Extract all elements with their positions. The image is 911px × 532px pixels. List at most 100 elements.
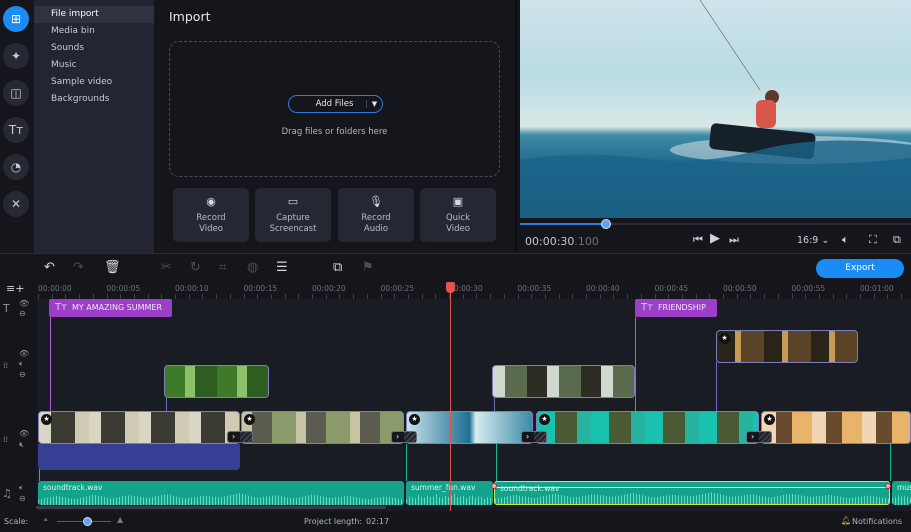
undo-icon[interactable]: ↶ (44, 260, 55, 275)
scrub-handle[interactable] (601, 219, 612, 229)
scale-label: Scale: (4, 517, 29, 526)
submenu-sample-video[interactable]: Sample video (34, 74, 154, 91)
fade-handle[interactable] (885, 483, 891, 489)
link-icon[interactable]: ⊖ (19, 494, 26, 503)
submenu-media-bin[interactable]: Media bin (34, 23, 154, 40)
link-icon[interactable]: ⊖ (19, 370, 26, 379)
playhead-handle[interactable] (446, 282, 455, 293)
submenu-file-import[interactable]: File import (34, 6, 154, 23)
video-clip-iguana[interactable]: ★ (38, 411, 240, 444)
waveform (38, 493, 404, 505)
redo-icon[interactable]: ↷ (73, 260, 84, 275)
waveform (892, 493, 911, 505)
clip-properties-icon[interactable]: ☰ (276, 260, 288, 275)
capture-screencast-button[interactable]: ▭ Capture Screencast (255, 188, 331, 242)
timeline-toolbar: ↶ ↷ 🗑︎ ✂ ↻ ⌗ ◍ ☰ ⧉ ⚑ (0, 253, 911, 281)
ruler-label: 00:00:25 (380, 284, 415, 293)
submenu-sounds[interactable]: Sounds (34, 40, 154, 57)
delete-icon[interactable]: 🗑︎ (104, 260, 121, 275)
pop-out-icon[interactable]: ⧉ (893, 233, 901, 247)
link-icon[interactable]: ⊖ (19, 309, 26, 318)
notifications-link[interactable]: Notifications (852, 517, 902, 526)
quick-video-button[interactable]: ▣ Quick Video (420, 188, 496, 242)
overlay-clip-forest[interactable] (164, 365, 269, 398)
drag-hint: Drag files or folders here (281, 127, 388, 137)
transition-wizard-icon[interactable]: ⧉ (333, 260, 342, 275)
submenu-backgrounds[interactable]: Backgrounds (34, 91, 154, 108)
transition-marker[interactable]: › (227, 431, 253, 443)
skip-forward-icon[interactable]: ⏭ (729, 233, 739, 247)
add-files-button[interactable]: Add Files ▼ (288, 95, 383, 113)
star-icon: ★ (244, 414, 255, 425)
fade-handle[interactable] (491, 483, 497, 489)
overlay-connector (166, 398, 167, 411)
webcam-icon: ◉ (206, 195, 216, 208)
volume-line[interactable] (495, 487, 889, 488)
video-clip-elephants[interactable]: ★ (241, 411, 404, 444)
audio-clip-selected[interactable]: soundtrack.wav (494, 481, 890, 505)
audio-clip[interactable]: mus (892, 481, 911, 505)
star-icon: ★ (719, 333, 730, 344)
color-adjust-icon[interactable]: ◍ (247, 260, 258, 275)
drop-zone[interactable]: Add Files ▼ Drag files or folders here (169, 41, 500, 177)
export-button[interactable]: Export (816, 259, 904, 278)
eye-icon[interactable]: 👁︎ (19, 429, 29, 438)
transition-marker[interactable]: › (521, 431, 547, 443)
fullscreen-icon[interactable]: ⛶ (869, 233, 877, 247)
text-titles-icon[interactable]: Tт (3, 117, 29, 143)
ruler-label: 00:00:00 (38, 284, 72, 293)
overlay-connector (716, 362, 717, 411)
monitor-icon: ▭ (287, 195, 299, 208)
title-connector (50, 317, 51, 411)
play-icon[interactable]: ▶ (710, 231, 720, 246)
ruler-label: 00:00:45 (654, 284, 689, 293)
title-clip[interactable]: Tт MY AMAZING SUMMER (49, 299, 172, 317)
ruler-label: 00:00:20 (312, 284, 346, 293)
transition-marker[interactable]: › (746, 431, 772, 443)
aspect-ratio-value: 16:9 (797, 235, 819, 246)
eye-icon[interactable]: 👁︎ (19, 299, 29, 308)
speaker-icon[interactable]: 🔈︎ (19, 359, 24, 369)
stickers-icon[interactable]: ◔ (3, 154, 29, 180)
video-clip-sunset-friends[interactable]: ★ (761, 411, 911, 444)
overlay-clip-friends[interactable] (492, 365, 635, 398)
magic-wand-icon[interactable]: ✦ (3, 43, 29, 69)
transition-marker[interactable]: › (391, 431, 417, 443)
record-audio-button[interactable]: 🎙︎ Record Audio (338, 188, 414, 242)
time-ruler[interactable]: ≡+ 00:00:00 00:00:05 00:00:10 00:00:15 00:00… (0, 281, 911, 300)
audio-clip[interactable]: soundtrack.wav (38, 481, 404, 505)
preview-frame (520, 0, 911, 218)
eye-icon[interactable]: 👁︎ (19, 349, 29, 358)
add-track-icon[interactable]: ≡+ (6, 282, 24, 295)
volume-icon[interactable]: 🔈︎ (842, 233, 849, 247)
title-clip[interactable]: Tт FRIENDSHIP (635, 299, 717, 317)
crop-icon[interactable]: ⌗ (219, 260, 226, 275)
video-clip-reef[interactable]: ★ (536, 411, 759, 444)
timeline-scrollbar[interactable] (36, 506, 386, 509)
zoom-out-icon[interactable]: ▴ (44, 515, 48, 523)
mute-icon[interactable]: 🔇︎ (19, 440, 24, 450)
music-track-icon: ♫ (2, 487, 12, 500)
scale-slider-handle[interactable] (82, 517, 92, 526)
audio-clip-label: soundtrack.wav (500, 484, 560, 493)
aspect-ratio-select[interactable]: 16:9 ⌄ (797, 235, 829, 246)
transitions-icon[interactable]: ◫ (3, 80, 29, 106)
skip-back-icon[interactable]: ⏮ (693, 233, 703, 247)
zoom-in-icon[interactable]: ▲ (117, 515, 123, 524)
import-folder-icon[interactable]: ⊞ (3, 6, 29, 32)
chevron-down-icon[interactable]: ▼ (366, 100, 382, 108)
video-preview[interactable] (520, 0, 911, 218)
overlay-connector (494, 398, 495, 411)
tools-icon[interactable]: ✕ (3, 191, 29, 217)
quick-video-icon: ▣ (452, 195, 464, 208)
video-clip-surf[interactable]: ★ (406, 411, 533, 444)
background-clip[interactable] (38, 444, 240, 470)
bell-icon[interactable]: 🔔︎ (841, 516, 851, 525)
cut-icon[interactable]: ✂ (161, 260, 172, 275)
overlay-clip-sailboat[interactable]: ★ (716, 330, 858, 363)
speaker-icon[interactable]: 🔈︎ (19, 483, 24, 493)
marker-flag-icon[interactable]: ⚑ (362, 260, 374, 275)
submenu-music[interactable]: Music (34, 57, 154, 74)
rotate-icon[interactable]: ↻ (190, 260, 201, 275)
record-video-button[interactable]: ◉ Record Video (173, 188, 249, 242)
